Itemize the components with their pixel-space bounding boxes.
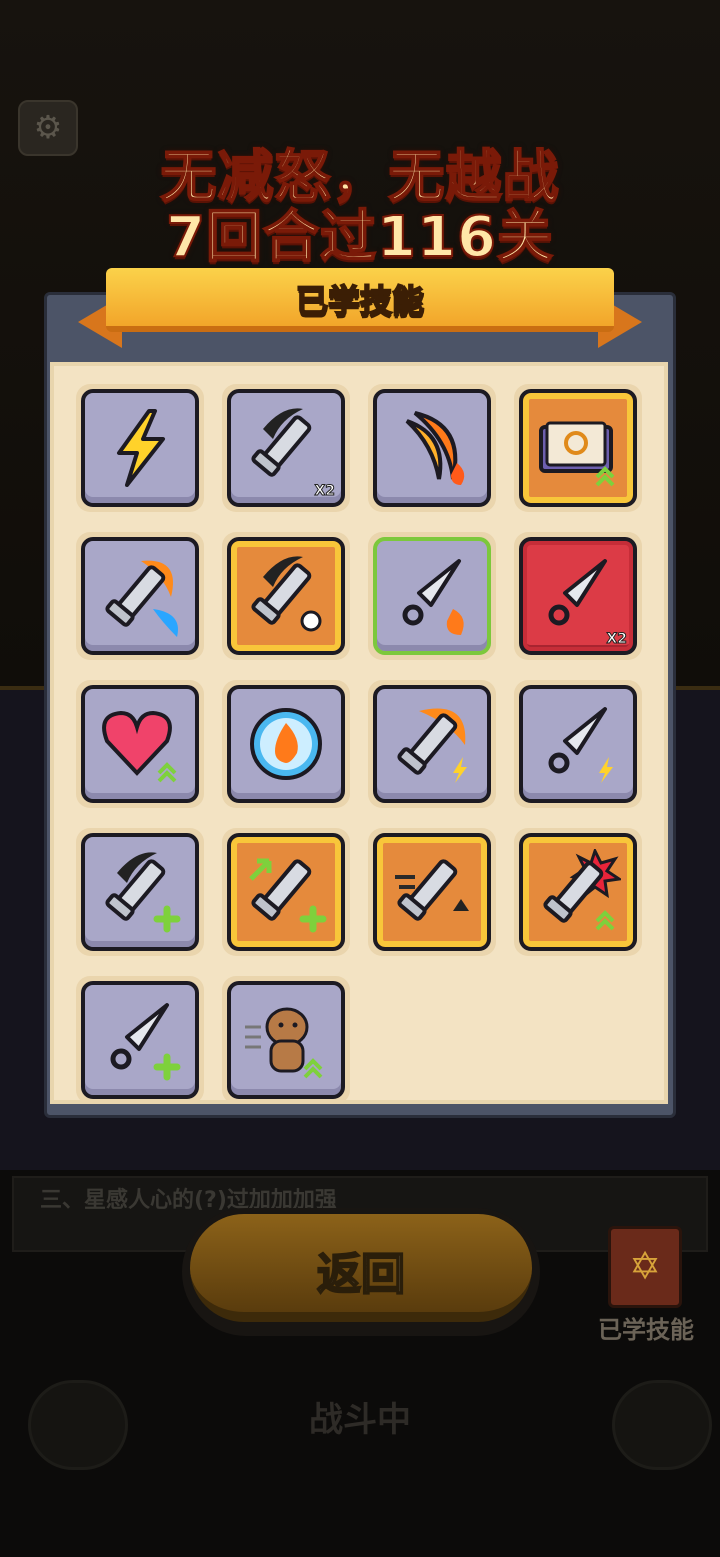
kunai-icon: [548, 559, 607, 626]
battle-status-label: 战斗中: [309, 1400, 411, 1440]
lightning-skill[interactable]: [81, 389, 199, 507]
reaper-sword-icon: [251, 556, 322, 632]
capybara-icon: [245, 1007, 323, 1079]
learned-skills-label: 已学技能: [598, 1316, 694, 1344]
sword-plus-icon: [105, 852, 181, 933]
dash-sword-icon: [395, 859, 469, 921]
kunai-plus-icon: [110, 1003, 181, 1081]
fire-crescent-skill[interactable]: [373, 389, 491, 507]
fire-orb-icon: [250, 708, 322, 780]
skill-badge: X2: [606, 631, 628, 648]
sword-icon: [251, 408, 312, 477]
double-slash-skill[interactable]: X2: [227, 389, 345, 507]
crescent-fire-icon: [405, 411, 465, 485]
kunai-fire-icon: [402, 559, 464, 635]
right-skill-slot[interactable]: [612, 1380, 712, 1470]
left-skill-slot[interactable]: [28, 1380, 128, 1470]
fire-kunai-skill[interactable]: [373, 537, 491, 655]
flame-lightning-sword-skill[interactable]: [373, 685, 491, 803]
spellbook-icon: [539, 421, 615, 487]
kunai-plus-skill[interactable]: [81, 981, 199, 1099]
lightning-icon: [117, 409, 165, 487]
kunai-lightning-icon: [548, 707, 613, 783]
reaper-sword-skill[interactable]: [227, 537, 345, 655]
heart-icon: [102, 710, 177, 783]
skill-badge: X2: [314, 483, 336, 500]
spellbook-upgrade-skill[interactable]: [519, 389, 637, 507]
overlay-title-line2: 7回合过116关: [165, 204, 554, 271]
panel-title: 已学技能: [295, 281, 425, 321]
growth-sword-icon: [249, 858, 327, 933]
double-kunai-skill[interactable]: X2: [519, 537, 637, 655]
back-button-label: 返回: [316, 1248, 406, 1301]
fire-ice-sword-icon: [105, 560, 178, 637]
critical-sword-skill[interactable]: [519, 833, 637, 951]
spellbook-icon[interactable]: ✡: [608, 1226, 682, 1308]
lightning-kunai-skill[interactable]: [519, 685, 637, 803]
slash-plus-skill[interactable]: [81, 833, 199, 951]
capybara-speed-skill[interactable]: [227, 981, 345, 1099]
flame-sword-icon: [397, 708, 467, 783]
fire-ice-sword-skill[interactable]: [81, 537, 199, 655]
fire-orb-skill[interactable]: [227, 685, 345, 803]
critical-sword-icon: [543, 849, 621, 931]
dash-sword-skill[interactable]: [373, 833, 491, 951]
heart-upgrade-skill[interactable]: [81, 685, 199, 803]
growth-sword-skill[interactable]: [227, 833, 345, 951]
